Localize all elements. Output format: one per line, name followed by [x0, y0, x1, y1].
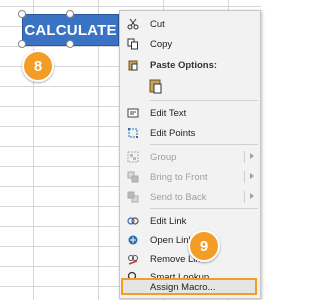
- chevron-right-icon: [250, 193, 254, 199]
- remove-link-icon: [126, 252, 140, 266]
- resize-handle[interactable]: [66, 40, 74, 48]
- menu-item-label: Edit Points: [150, 127, 196, 139]
- bring-to-front-icon: [126, 170, 140, 184]
- paste-options-label: Paste Options:: [150, 59, 218, 71]
- menu-item-edit-points[interactable]: Edit Points: [120, 124, 260, 142]
- copy-icon: [126, 37, 140, 51]
- submenu-divider: [244, 151, 245, 163]
- menu-item-label: Bring to Front: [150, 171, 208, 183]
- menu-separator: [150, 208, 258, 209]
- step-number: 8: [33, 57, 43, 75]
- menu-separator: [150, 144, 258, 145]
- resize-handle[interactable]: [18, 40, 26, 48]
- paste-icon: [126, 58, 140, 72]
- scissors-icon: [126, 17, 140, 31]
- group-icon: [126, 150, 140, 164]
- chevron-right-icon: [250, 173, 254, 179]
- menu-item-label: Copy: [150, 38, 173, 50]
- menu-item-bring-to-front[interactable]: Bring to Front: [120, 168, 260, 186]
- send-to-back-icon: [126, 190, 140, 204]
- resize-handle[interactable]: [66, 10, 74, 18]
- menu-item-label: Edit Link: [150, 215, 187, 227]
- menu-item-send-to-back[interactable]: Send to Back: [120, 188, 260, 206]
- resize-handle[interactable]: [18, 10, 26, 18]
- menu-item-edit-link[interactable]: Edit Link: [120, 212, 260, 230]
- menu-item-label: Edit Text: [150, 107, 187, 119]
- edit-points-icon: [126, 126, 140, 140]
- menu-item-assign-macro[interactable]: Assign Macro...: [120, 278, 260, 296]
- chevron-right-icon: [250, 153, 254, 159]
- shape-label: CALCULATE: [24, 21, 117, 39]
- menu-item-label: Open Link: [150, 234, 194, 246]
- edit-text-icon: [126, 106, 140, 120]
- menu-item-label: Send to Back: [150, 191, 207, 203]
- menu-separator: [150, 100, 258, 101]
- menu-item-copy[interactable]: Copy: [120, 35, 260, 53]
- paste-options-header: Paste Options:: [120, 56, 260, 74]
- paste-option-button[interactable]: [146, 77, 166, 97]
- step-number: 9: [199, 237, 209, 255]
- link-icon: [126, 214, 140, 228]
- clipboard-icon: [148, 78, 164, 97]
- menu-item-label: Cut: [150, 18, 165, 30]
- submenu-divider: [244, 191, 245, 203]
- step-badge-8: 8: [22, 50, 54, 82]
- open-link-icon: [126, 233, 140, 247]
- menu-item-label: Group: [150, 151, 177, 163]
- menu-item-label: Assign Macro...: [150, 281, 216, 293]
- context-menu: Cut Copy Paste Options: Edit Text Edit P…: [119, 10, 261, 299]
- step-badge-9: 9: [188, 230, 220, 262]
- menu-item-group[interactable]: Group: [120, 148, 260, 166]
- submenu-divider: [244, 171, 245, 183]
- menu-item-cut[interactable]: Cut: [120, 15, 260, 33]
- menu-item-edit-text[interactable]: Edit Text: [120, 104, 260, 122]
